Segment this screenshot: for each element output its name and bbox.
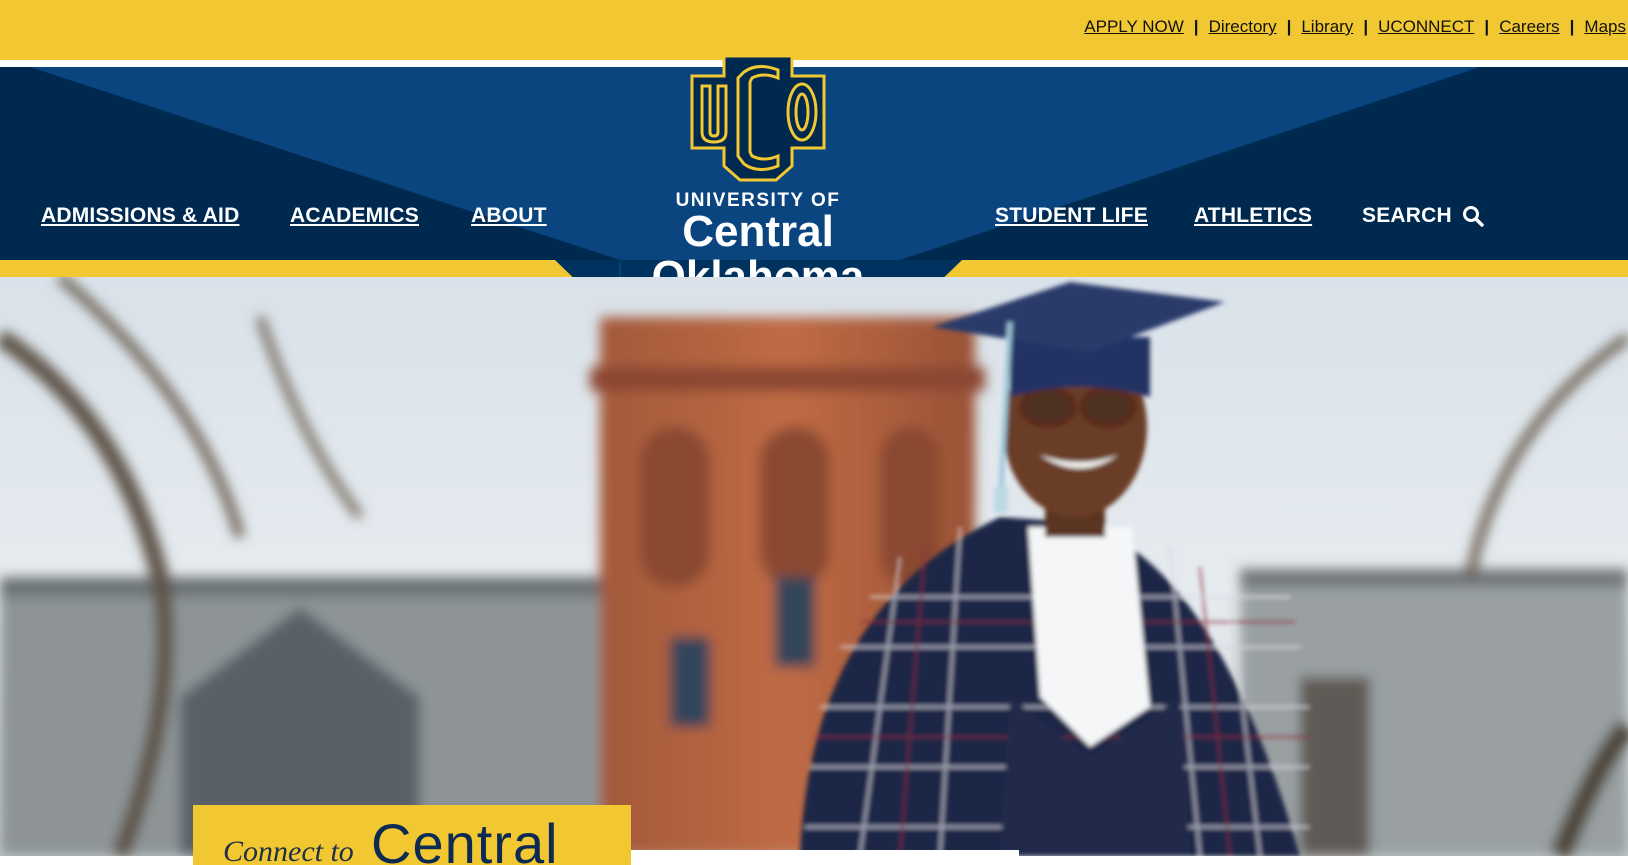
hero-caption-small: Connect to (223, 835, 354, 865)
nav-athletics[interactable]: ATHLETICS (1194, 204, 1312, 228)
hero-caption-big: Central (371, 812, 559, 865)
hero-caption-box: Connect to Central (193, 805, 631, 865)
search-label: SEARCH (1362, 204, 1452, 227)
hero-caption-bar (631, 850, 1019, 856)
nav-student-life[interactable]: STUDENT LIFE (995, 204, 1148, 228)
nav-academics[interactable]: ACADEMICS (290, 204, 419, 228)
uco-monogram-icon (690, 54, 826, 182)
hero-photo-graduate (0, 277, 1628, 856)
nav-search[interactable]: SEARCH (1362, 204, 1484, 228)
hero-image (0, 277, 1628, 856)
nav-admissions-aid[interactable]: ADMISSIONS & AID (41, 204, 239, 228)
search-icon (1462, 206, 1484, 227)
nav-about[interactable]: ABOUT (471, 204, 547, 228)
